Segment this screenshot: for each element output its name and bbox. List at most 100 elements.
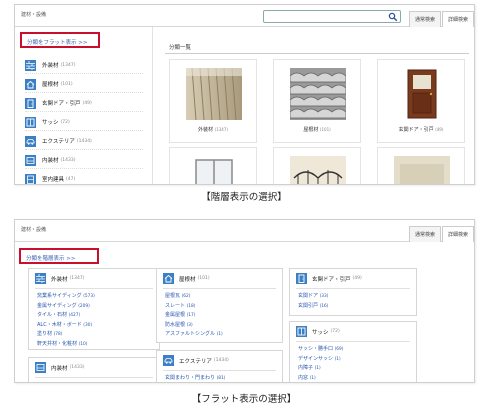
subcategory-link[interactable]: サッシ・勝手口 (69)	[298, 345, 343, 355]
sidebar-item-label: 室内建具	[42, 177, 65, 183]
subcategory-count: (69)	[334, 347, 344, 352]
subcategory-link[interactable]: 内障子 (1)	[298, 364, 343, 374]
subcategory-link[interactable]: 塗り材 (78)	[37, 330, 95, 340]
subcategory-label: アスファルトシングル	[165, 331, 216, 338]
category-card-sash[interactable]	[169, 147, 257, 184]
box-count: (1434)	[213, 358, 229, 363]
hierarchy-view-toggle-link[interactable]: 分類を階層表示 >>	[22, 251, 79, 265]
subcategory-link[interactable]: ALC・木材・ボード (30)	[37, 321, 95, 331]
search-input[interactable]	[263, 10, 401, 23]
category-card-roof[interactable]: 屋根材 (101)	[273, 59, 361, 143]
subcategory-label: 金属サイディング	[37, 302, 77, 309]
sidebar-item-label: サッシ	[42, 120, 59, 126]
window-icon	[25, 116, 36, 128]
sidebar-item-interior-fittings[interactable]: 室内建具 (47)	[25, 171, 143, 184]
subcategory-link[interactable]: 窯業系サイディング (573)	[37, 292, 95, 302]
category-card-door[interactable]: 玄関ドア・引戸 (49)	[377, 59, 465, 143]
box-header[interactable]: エクステリア (1434)	[163, 355, 229, 366]
sidebar-item-door[interactable]: 玄関ドア・引戸 (49)	[25, 95, 143, 112]
box-header[interactable]: 内装材 (1433)	[35, 362, 84, 373]
subcategory-label: 玄関まわり・門まわり	[165, 375, 216, 381]
subcategory-label: スレート	[165, 302, 186, 309]
sidebar-item-count: (72)	[60, 119, 70, 125]
exterior-thumbnail	[290, 156, 346, 184]
tab-detail-search[interactable]: 詳細検索	[442, 226, 474, 242]
sidebar-item-count: (1434)	[76, 138, 92, 144]
box-title: 屋根材	[179, 276, 196, 283]
subcategory-count: (17)	[186, 313, 196, 319]
box-header[interactable]: 屋根材 (101)	[163, 273, 210, 284]
interior-icon	[35, 362, 46, 373]
subcategory-link[interactable]: 金属サイディング (209)	[37, 302, 95, 312]
subcategory-link[interactable]: 玄関引戸 (16)	[298, 302, 328, 312]
subcategory-list: 玄関ドア (33) 玄関引戸 (16)	[298, 292, 328, 311]
category-box-roof: 屋根材 (101) 屋根瓦 (62) スレート (18) 金属屋根 (17) 防…	[156, 268, 283, 343]
subcategory-count: (16)	[319, 303, 329, 309]
sidebar-item-exterior-wall[interactable]: 外装材 (1347)	[25, 57, 143, 74]
flat-view-toggle-link[interactable]: 分類をフラット表示 >>	[23, 35, 91, 49]
subcategory-link[interactable]: 軒天井材・化粧材 (10)	[37, 340, 95, 350]
box-count: (49)	[352, 276, 362, 281]
subcategory-link[interactable]: 防水屋根 (3)	[165, 321, 223, 331]
card-count: (1347)	[214, 127, 228, 132]
fitting-icon	[25, 173, 36, 184]
sidebar-item-label: 外装材	[42, 63, 59, 69]
category-box-sash: サッシ (72) サッシ・勝手口 (69) デザインサッシ (1) 内障子 (1…	[289, 321, 417, 382]
sidebar-item-label: 玄関ドア・引戸	[42, 101, 81, 107]
subcategory-count: (1)	[309, 375, 316, 381]
subcategory-link[interactable]: 玄関ドア (33)	[298, 292, 328, 302]
subcategory-count: (78)	[53, 332, 63, 338]
subcategory-link[interactable]: デザインサッシ (1)	[298, 355, 343, 365]
box-header[interactable]: 外装材 (1347)	[35, 273, 84, 284]
sidebar-item-count: (101)	[60, 81, 73, 87]
subcategory-count: (10)	[78, 341, 88, 347]
subcategory-link[interactable]: 内窓 (1)	[298, 374, 343, 382]
box-header[interactable]: サッシ (72)	[296, 326, 340, 337]
category-box-door: 玄関ドア・引戸 (49) 玄関ドア (33) 玄関引戸 (16)	[289, 268, 417, 316]
tab-normal-search[interactable]: 通常検索	[409, 226, 441, 242]
card-label: 玄関ドア・引戸	[398, 127, 434, 133]
caption-hierarchy: 【階層表示の選択】	[201, 192, 287, 203]
exterior-wall-thumbnail	[186, 68, 242, 120]
roof-tile-thumbnail	[290, 68, 346, 120]
tab-normal-search[interactable]: 通常検索	[409, 11, 441, 27]
category-card-exterior[interactable]	[273, 147, 361, 184]
box-count: (1347)	[69, 276, 85, 281]
box-header[interactable]: 玄関ドア・引戸 (49)	[296, 273, 362, 284]
subcategory-link[interactable]: スレート (18)	[165, 302, 223, 312]
category-card-exterior-wall[interactable]: 外装材 (1347)	[169, 59, 257, 143]
subcategory-link[interactable]: 玄関まわり・門まわり (81)	[165, 374, 226, 382]
subcategory-count: (81)	[216, 376, 226, 381]
divider	[165, 53, 469, 54]
breadcrumb[interactable]: 建材・設備	[21, 226, 46, 233]
box-count: (1433)	[69, 365, 85, 370]
sidebar-item-exterior[interactable]: エクステリア (1434)	[25, 133, 143, 150]
subcategory-label: 軒天井材・化粧材	[37, 340, 78, 347]
subcategory-label: 防水屋根	[165, 321, 186, 328]
house-icon	[163, 273, 174, 284]
sidebar-item-roof[interactable]: 屋根材 (101)	[25, 76, 143, 93]
sidebar-item-label: エクステリア	[42, 139, 75, 145]
tab-label: 通常検索	[414, 232, 435, 238]
subcategory-link[interactable]: 屋根瓦 (62)	[165, 292, 223, 302]
subcategory-link[interactable]: アスファルトシングル (1)	[165, 330, 223, 340]
breadcrumb[interactable]: 建材・設備	[21, 11, 46, 18]
subcategory-label: 屋根瓦	[165, 293, 181, 299]
car-icon	[25, 135, 36, 147]
subcategory-label: 玄関引戸	[298, 302, 319, 309]
subcategory-count: (427)	[68, 313, 81, 319]
subcategory-count: (1)	[216, 332, 223, 338]
search-icon[interactable]	[388, 12, 398, 22]
divider	[35, 377, 153, 378]
sidebar-item-interior[interactable]: 内装材 (1433)	[25, 152, 143, 169]
box-title: 外装材	[51, 276, 68, 283]
subcategory-link[interactable]: 金属屋根 (17)	[165, 311, 223, 321]
subcategory-count: (18)	[186, 303, 196, 309]
sidebar-item-sash[interactable]: サッシ (72)	[25, 114, 143, 131]
divider	[296, 341, 410, 342]
tab-label: 通常検索	[414, 17, 435, 23]
tab-detail-search[interactable]: 詳細検索	[442, 11, 474, 27]
subcategory-label: 内障子	[298, 365, 314, 372]
subcategory-link[interactable]: タイル・石材 (427)	[37, 311, 95, 321]
category-card-interior[interactable]	[377, 147, 465, 184]
